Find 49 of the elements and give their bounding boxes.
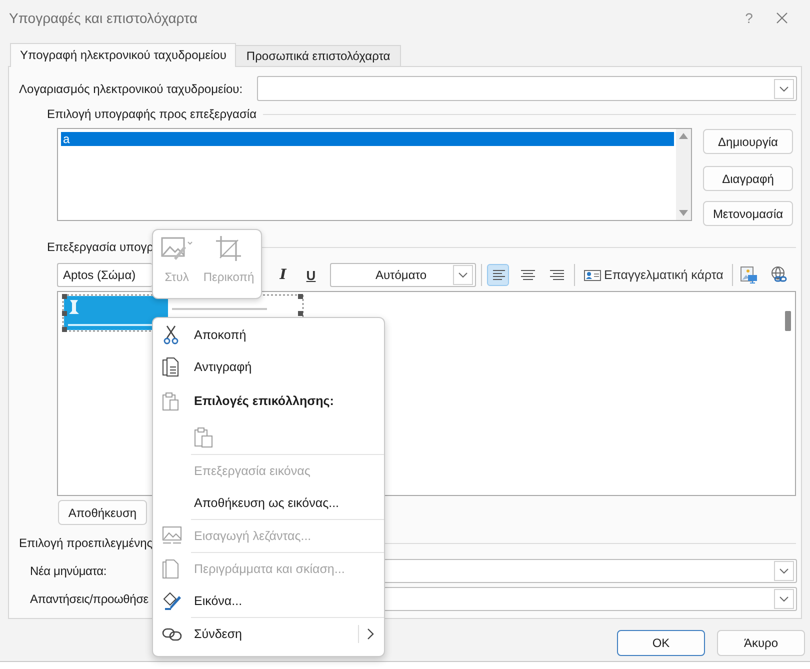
- menu-item[interactable]: Εικόνα...: [153, 585, 384, 617]
- signature-button[interactable]: Δημιουργία: [703, 129, 793, 154]
- page-icon: [162, 559, 180, 579]
- copy-icon: [162, 357, 180, 377]
- picture-monitor-icon: [740, 266, 758, 284]
- signature-button[interactable]: Μετονομασία: [703, 201, 793, 226]
- link-icon: [162, 627, 182, 641]
- dialog-button[interactable]: Άκυρο: [717, 630, 805, 656]
- menu-item[interactable]: Αποθήκευση ως εικόνας...: [153, 487, 384, 519]
- tab[interactable]: Υπογραφή ηλεκτρονικού ταχυδρομείου: [10, 43, 236, 67]
- field-label: Απαντήσεις/προωθήσε: [30, 592, 148, 606]
- dialog-button[interactable]: OK: [617, 630, 705, 656]
- brush-picture-icon: [162, 591, 182, 611]
- italic-button[interactable]: I: [272, 264, 294, 286]
- crop-icon: [214, 234, 244, 264]
- signature-button[interactable]: Διαγραφή: [703, 166, 793, 191]
- paste-icon[interactable]: [194, 426, 214, 448]
- section-heading: Επιλογή προεπιλεγμένης: [19, 536, 153, 550]
- menu-item[interactable]: Αντιγραφή: [153, 351, 384, 383]
- section-heading: Επεξεργασία υπογρ: [47, 240, 154, 254]
- tab[interactable]: Προσωπικά επιστολόχαρτα: [235, 45, 402, 66]
- menu-heading: Επιλογές επικόλλησης:: [194, 394, 335, 408]
- align-center-icon: [519, 269, 535, 281]
- contact-card-icon: [584, 270, 601, 280]
- scissors-icon: [162, 325, 180, 345]
- save-button[interactable]: Αποθήκευση: [58, 500, 147, 525]
- font-dropdown[interactable]: Aptos (Σώμα): [57, 263, 152, 287]
- scroll-down-icon[interactable]: [679, 210, 688, 216]
- scrollbar[interactable]: [676, 129, 691, 220]
- align-left-icon: [490, 269, 506, 281]
- align-right-icon: [548, 269, 564, 281]
- scroll-up-icon[interactable]: [679, 133, 688, 139]
- close-icon[interactable]: [776, 12, 788, 24]
- align-left-button[interactable]: [487, 264, 509, 286]
- field-label: Λογαριασμός ηλεκτρονικού ταχυδρομείου:: [18, 82, 244, 96]
- font-colour-dropdown[interactable]: Αυτόματο: [330, 263, 476, 287]
- underline-button[interactable]: U: [300, 264, 322, 286]
- account-dropdown[interactable]: [257, 76, 797, 101]
- section-heading: Επιλογή υπογραφής προς επεξεργασία: [47, 107, 257, 121]
- picture-caption-icon: [162, 526, 182, 546]
- clipboard-icon: [162, 391, 180, 411]
- menu-item[interactable]: Αποκοπή: [153, 319, 384, 351]
- list-item[interactable]: a: [61, 132, 674, 146]
- signature-list[interactable]: a: [57, 128, 692, 221]
- globe-link-icon: [770, 266, 788, 284]
- business-card-button[interactable]: Επαγγελματική κάρτα: [580, 264, 728, 286]
- window-title: Υπογραφές και επιστολόχαρτα: [9, 10, 198, 26]
- menu-item[interactable]: Σύνδεση: [153, 618, 384, 650]
- field-label: Νέα μηνύματα:: [30, 564, 107, 578]
